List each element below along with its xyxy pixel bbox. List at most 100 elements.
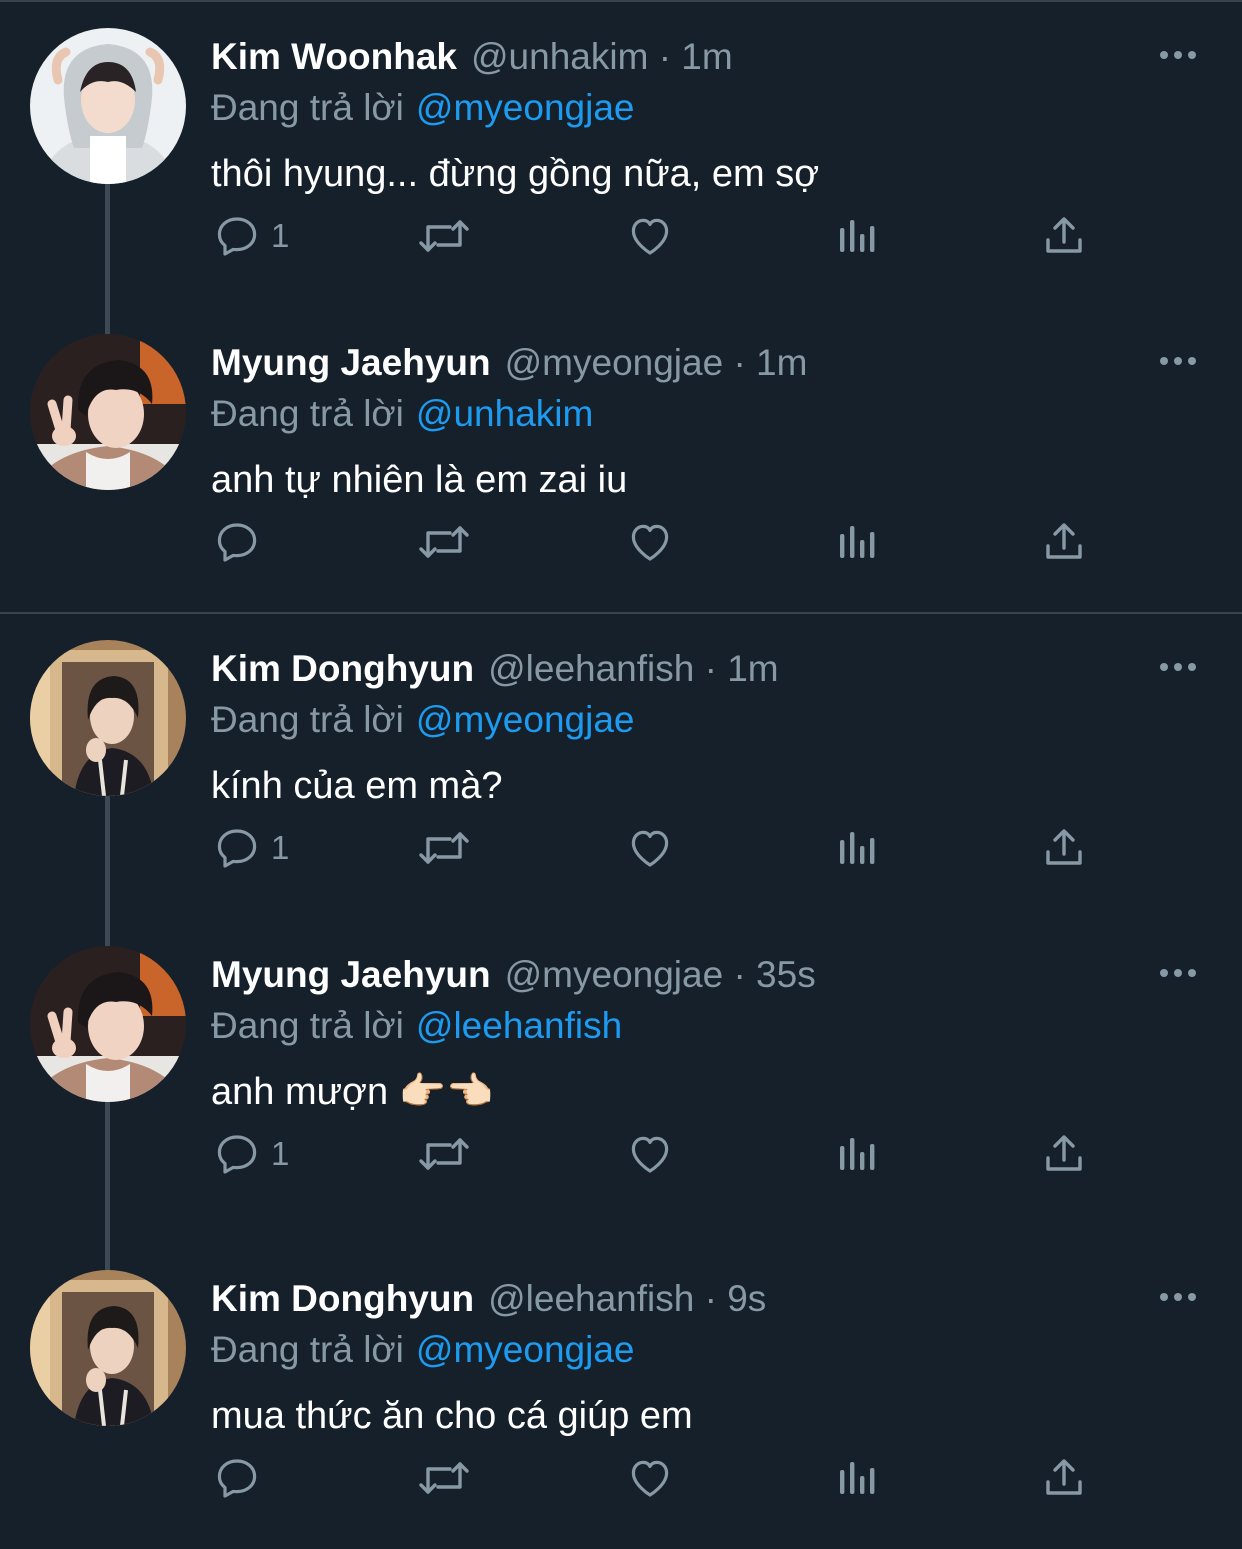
share-icon <box>1040 824 1088 872</box>
tweet-reply[interactable]: Kim Donghyun @leehanfish · 1m Đang trả lời… <box>0 612 1242 912</box>
replying-to-label: Đang trả lời <box>211 699 404 740</box>
retweet-icon <box>416 1454 472 1502</box>
tweet-header: Myung Jaehyun @myeongjae · 35s <box>211 948 816 1002</box>
tweet-reply[interactable]: Kim Donghyun @leehanfish · 9s Đang trả lời… <box>0 1242 1242 1542</box>
share-icon <box>1040 1130 1088 1178</box>
reply-icon <box>213 212 261 260</box>
replying-to: Đang trả lời @unhakim <box>211 387 593 441</box>
replying-to-mention[interactable]: @myeongjae <box>416 699 635 740</box>
replying-to-label: Đang trả lời <box>211 1329 404 1370</box>
avatar-kim-donghyun[interactable] <box>30 1270 186 1426</box>
handle-and-time[interactable]: @leehanfish · 9s <box>488 1278 766 1319</box>
replying-to-mention[interactable]: @unhakim <box>416 393 593 434</box>
retweet-button[interactable] <box>416 1448 472 1508</box>
views-icon <box>834 1130 878 1178</box>
share-icon <box>1040 1454 1088 1502</box>
handle-and-time[interactable]: @leehanfish · 1m <box>488 648 779 689</box>
tweet-actions: 1 <box>0 818 1242 878</box>
tweet-header: Kim Donghyun @leehanfish · 1m <box>211 642 779 696</box>
share-button[interactable] <box>1040 1448 1088 1508</box>
share-button[interactable] <box>1040 1124 1088 1184</box>
like-button[interactable] <box>626 206 674 266</box>
handle-and-time[interactable]: @myeongjae · 35s <box>505 954 816 995</box>
retweet-icon <box>416 1130 472 1178</box>
reply-count: 1 <box>271 1135 290 1172</box>
share-button[interactable] <box>1040 512 1088 572</box>
tweet-reply[interactable]: Myung Jaehyun @myeongjae · 1m Đang trả lời… <box>0 306 1242 606</box>
retweet-icon <box>416 824 472 872</box>
retweet-button[interactable] <box>416 512 472 572</box>
like-button[interactable] <box>626 512 674 572</box>
display-name[interactable]: Kim Donghyun <box>211 1278 474 1319</box>
replying-to-label: Đang trả lời <box>211 393 404 434</box>
more-options-button[interactable] <box>1158 966 1198 980</box>
reply-icon <box>213 824 261 872</box>
more-options-icon <box>1158 49 1198 66</box>
avatar-myung-jaehyun[interactable] <box>30 334 186 490</box>
like-button[interactable] <box>626 1448 674 1508</box>
views-button[interactable] <box>834 512 878 572</box>
reply-icon <box>213 518 261 566</box>
views-icon <box>834 1454 878 1502</box>
more-options-button[interactable] <box>1158 1290 1198 1304</box>
retweet-button[interactable] <box>416 206 472 266</box>
reply-button[interactable]: 1 <box>213 1124 289 1184</box>
more-options-button[interactable] <box>1158 660 1198 674</box>
retweet-button[interactable] <box>416 818 472 878</box>
tweet-actions: 1 <box>0 206 1242 266</box>
reply-button[interactable] <box>213 1448 271 1508</box>
views-icon <box>834 824 878 872</box>
like-button[interactable] <box>626 1124 674 1184</box>
display-name[interactable]: Myung Jaehyun <box>211 342 491 383</box>
handle-and-time[interactable]: @myeongjae · 1m <box>505 342 808 383</box>
handle-and-time[interactable]: @unhakim · 1m <box>471 36 733 77</box>
heart-icon <box>626 212 674 260</box>
more-options-icon <box>1158 661 1198 678</box>
more-options-icon <box>1158 355 1198 372</box>
retweet-button[interactable] <box>416 1124 472 1184</box>
replying-to-mention[interactable]: @leehanfish <box>416 1005 622 1046</box>
reply-button[interactable]: 1 <box>213 206 289 266</box>
tweet-reply[interactable]: Kim Woonhak @unhakim · 1m Đang trả lời @mye… <box>0 0 1242 300</box>
display-name[interactable]: Kim Woonhak <box>211 36 457 77</box>
views-button[interactable] <box>834 1448 878 1508</box>
share-icon <box>1040 518 1088 566</box>
tweet-text: kính của em mà? <box>211 765 503 807</box>
tweet-text: anh mượn 👉🏻👈🏻 <box>211 1071 494 1113</box>
tweet-text: thôi hyung... đừng gồng nữa, em sợ <box>211 153 820 195</box>
avatar-kim-donghyun[interactable] <box>30 640 186 796</box>
tweet-text: anh tự nhiên là em zai iu <box>211 459 628 501</box>
share-icon <box>1040 212 1088 260</box>
more-options-button[interactable] <box>1158 48 1198 62</box>
heart-icon <box>626 518 674 566</box>
replying-to-mention[interactable]: @myeongjae <box>416 87 635 128</box>
reply-button[interactable] <box>213 512 271 572</box>
tweet-header: Myung Jaehyun @myeongjae · 1m <box>211 336 807 390</box>
replying-to: Đang trả lời @leehanfish <box>211 999 622 1053</box>
share-button[interactable] <box>1040 206 1088 266</box>
like-button[interactable] <box>626 818 674 878</box>
tweet-actions <box>0 1448 1242 1508</box>
display-name[interactable]: Myung Jaehyun <box>211 954 491 995</box>
views-icon <box>834 212 878 260</box>
replying-to: Đang trả lời @myeongjae <box>211 81 634 135</box>
replying-to-label: Đang trả lời <box>211 1005 404 1046</box>
tweet-reply[interactable]: Myung Jaehyun @myeongjae · 35s Đang trả lờ… <box>0 918 1242 1218</box>
more-options-button[interactable] <box>1158 354 1198 368</box>
views-button[interactable] <box>834 818 878 878</box>
views-icon <box>834 518 878 566</box>
heart-icon <box>626 1454 674 1502</box>
more-options-icon <box>1158 1291 1198 1308</box>
replying-to: Đang trả lời @myeongjae <box>211 693 634 747</box>
replying-to-mention[interactable]: @myeongjae <box>416 1329 635 1370</box>
views-button[interactable] <box>834 206 878 266</box>
display-name[interactable]: Kim Donghyun <box>211 648 474 689</box>
views-button[interactable] <box>834 1124 878 1184</box>
reply-button[interactable]: 1 <box>213 818 289 878</box>
share-button[interactable] <box>1040 818 1088 878</box>
reply-icon <box>213 1130 261 1178</box>
avatar-kim-woonhak[interactable] <box>30 28 186 184</box>
heart-icon <box>626 824 674 872</box>
avatar-myung-jaehyun[interactable] <box>30 946 186 1102</box>
tweet-actions: 1 <box>0 1124 1242 1184</box>
